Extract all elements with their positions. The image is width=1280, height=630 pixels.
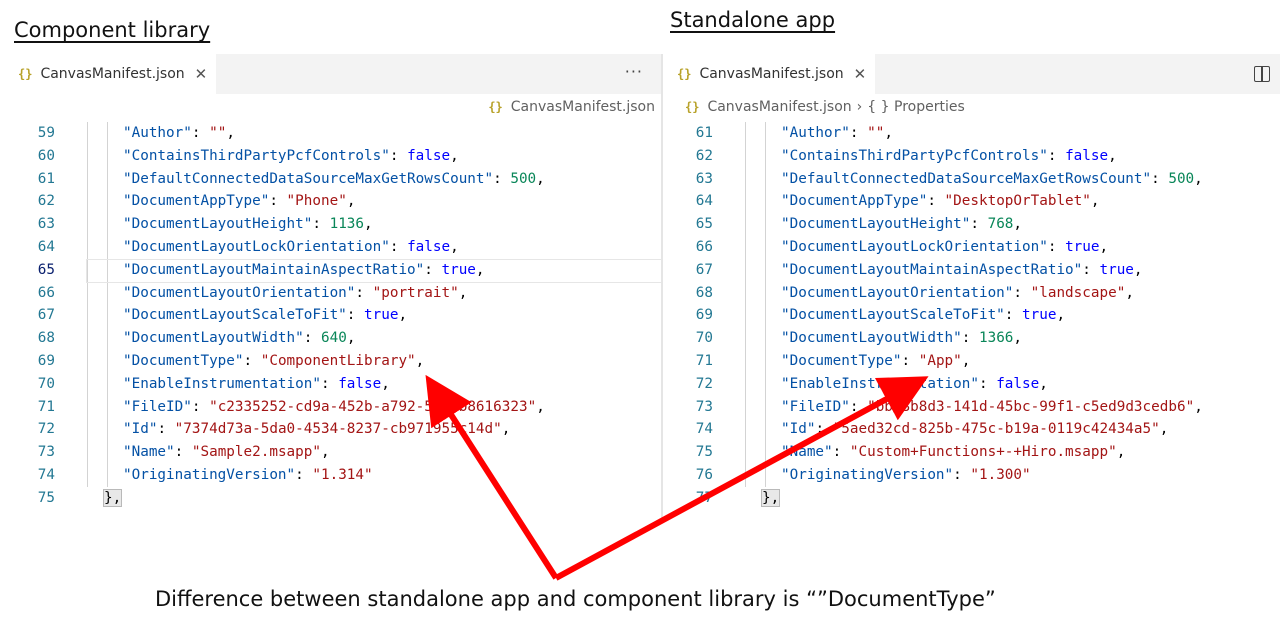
annotation-arrows — [425, 374, 929, 581]
arrow-to-left-documenttype — [425, 374, 559, 580]
arrow-to-right-documenttype — [554, 376, 929, 581]
